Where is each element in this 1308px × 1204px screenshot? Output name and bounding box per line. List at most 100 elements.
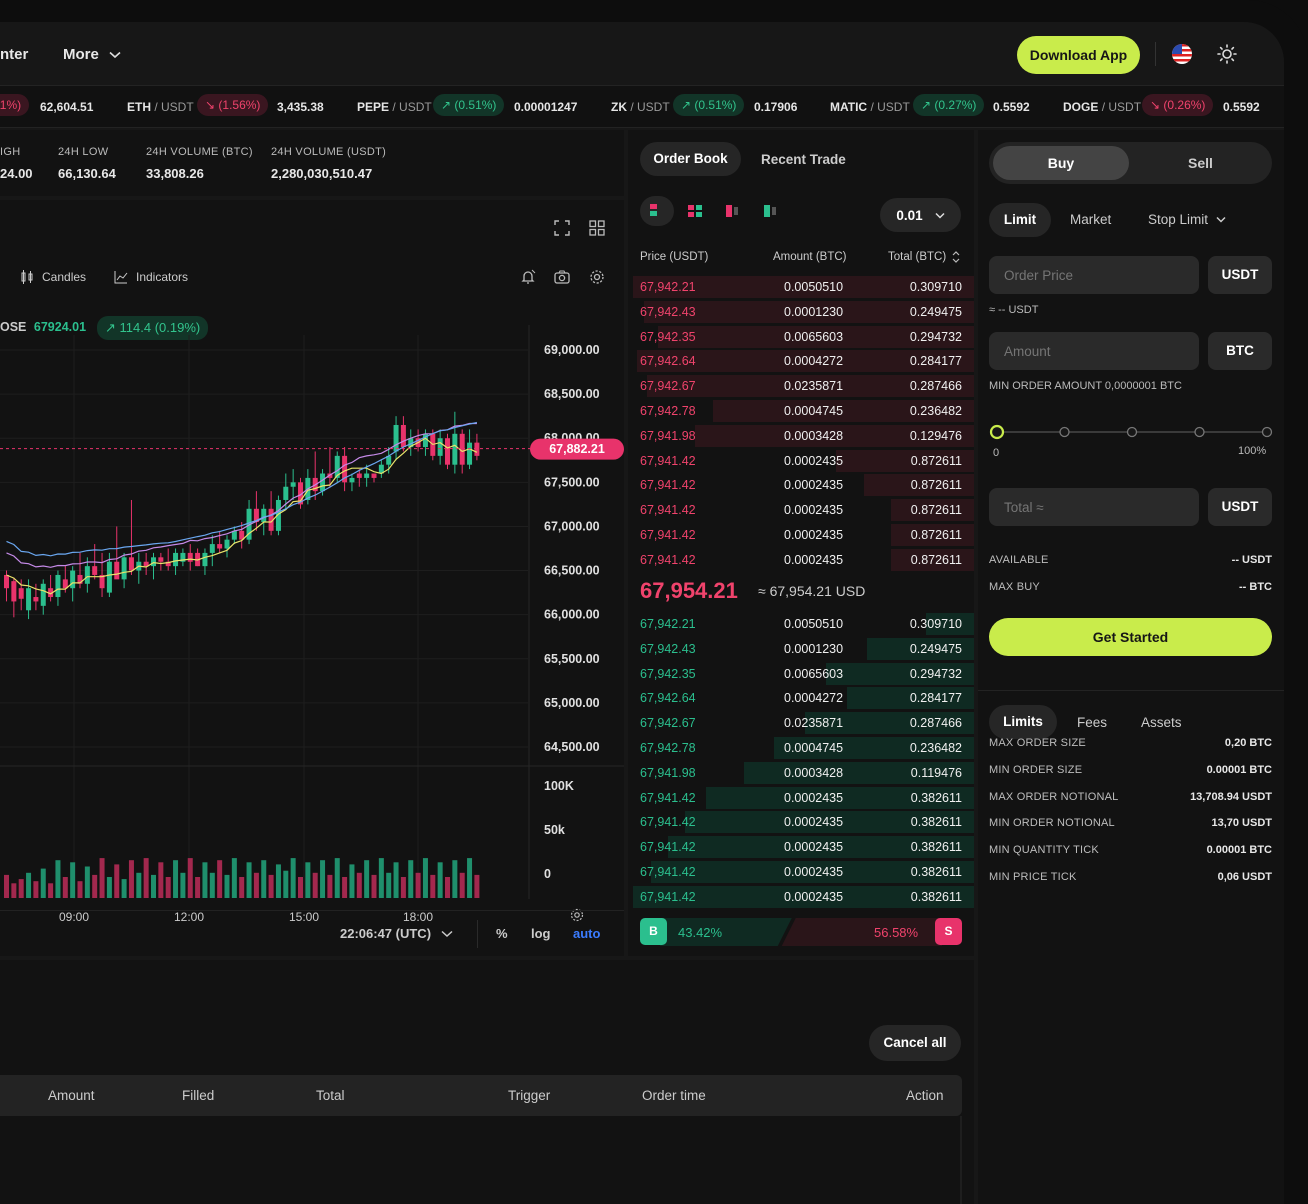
- orderbook-split-icon[interactable]: [686, 202, 706, 222]
- sell-tab[interactable]: Sell: [1133, 146, 1268, 180]
- tab-recent-trade[interactable]: Recent Trade: [761, 152, 846, 167]
- total-input[interactable]: [989, 488, 1199, 526]
- amount-slider[interactable]: [986, 420, 1276, 444]
- bid-total: 0.284177: [909, 691, 962, 706]
- candle-body: [283, 486, 289, 500]
- ask-row[interactable]: 67,942.43 0.0001230 0.249475: [630, 300, 974, 324]
- amount-input[interactable]: [989, 332, 1199, 370]
- bid-row[interactable]: 67,942.64 0.0004272 0.284177: [630, 686, 974, 710]
- volume-bar: [452, 860, 458, 898]
- download-app-button[interactable]: Download App: [1017, 36, 1140, 74]
- chevron-down-icon: [935, 212, 945, 219]
- bid-row[interactable]: 67,942.67 0.0235871 0.287466: [630, 711, 974, 735]
- order-type-market[interactable]: Market: [1070, 212, 1111, 227]
- cancel-all-button[interactable]: Cancel all: [869, 1025, 961, 1061]
- candle-body: [18, 588, 24, 599]
- ask-row[interactable]: 67,941.42 0.0002435 0.872611: [630, 548, 974, 572]
- ask-total: 0.294732: [909, 329, 962, 344]
- ask-row[interactable]: 67,941.42 0.0002435 0.872611: [630, 523, 974, 547]
- amount-unit[interactable]: BTC: [1208, 332, 1272, 370]
- tab-order-book[interactable]: Order Book: [640, 142, 741, 176]
- volume-bar: [261, 860, 267, 898]
- ask-row[interactable]: 67,942.78 0.0004745 0.236482: [630, 399, 974, 423]
- bid-price: 67,942.78: [640, 741, 696, 755]
- sun-theme-icon[interactable]: [1217, 44, 1237, 64]
- orderbook-asks-icon[interactable]: [724, 202, 744, 222]
- market-stats: IGH 24.00 24H LOW 66,130.64 24H VOLUME (…: [0, 130, 624, 196]
- log-scale-toggle[interactable]: log: [531, 926, 551, 941]
- bid-row[interactable]: 67,942.21 0.0050510 0.309710: [630, 612, 974, 636]
- candle-body: [151, 557, 156, 567]
- bid-total: 0.294732: [909, 666, 962, 681]
- ask-row[interactable]: 67,942.64 0.0004272 0.284177: [630, 349, 974, 373]
- bid-row[interactable]: 67,942.35 0.0065603 0.294732: [630, 662, 974, 686]
- ask-row[interactable]: 67,942.35 0.0065603 0.294732: [630, 325, 974, 349]
- bid-row[interactable]: 67,941.42 0.0002435 0.382611: [630, 810, 974, 834]
- ask-row[interactable]: 67,941.42 0.0002435 0.872611: [630, 473, 974, 497]
- orderbook-bids-icon[interactable]: [762, 202, 782, 222]
- ticker-pair[interactable]: PEPE / USDT: [357, 100, 432, 114]
- order-type-stop-limit[interactable]: Stop Limit: [1148, 212, 1226, 227]
- ticker-pair[interactable]: MATIC / USDT: [830, 100, 910, 114]
- volume-bar: [92, 874, 98, 898]
- auto-scale-toggle[interactable]: auto: [573, 926, 600, 941]
- ask-row[interactable]: 67,941.42 0.0002435 0.872611: [630, 498, 974, 522]
- price-chart[interactable]: 69,000.0068,500.0068,000.0067,500.0067,0…: [0, 200, 626, 956]
- ticker-pair[interactable]: DOGE / USDT: [1063, 100, 1141, 114]
- ask-row[interactable]: 67,942.67 0.0235871 0.287466: [630, 374, 974, 398]
- candle-body: [121, 557, 127, 580]
- ask-row[interactable]: 67,941.42 0.0002435 0.872611: [630, 449, 974, 473]
- precision-select[interactable]: 0.01: [880, 198, 961, 232]
- volume-bar: [158, 862, 164, 898]
- ask-row[interactable]: 67,942.21 0.0050510 0.309710: [630, 275, 974, 299]
- bid-row[interactable]: 67,942.78 0.0004745 0.236482: [630, 736, 974, 760]
- order-price-unit[interactable]: USDT: [1208, 256, 1272, 294]
- ticker-pair-base: PEPE: [357, 100, 390, 114]
- axis-settings-gear-icon[interactable]: [570, 908, 584, 922]
- percent-scale-toggle[interactable]: %: [496, 926, 508, 941]
- stat-label: 24H LOW: [58, 146, 109, 158]
- bid-row[interactable]: 67,942.43 0.0001230 0.249475: [630, 637, 974, 661]
- time-axis-tick: 09:00: [59, 910, 89, 924]
- bid-row[interactable]: 67,941.42 0.0002435 0.382611: [630, 860, 974, 884]
- ticker-pair[interactable]: ETH / USDT: [127, 100, 194, 114]
- ticker-price: 0.5592: [993, 100, 1030, 114]
- limit-value: 0.00001 BTC: [1206, 844, 1272, 857]
- nav-more-menu[interactable]: More: [63, 46, 121, 63]
- get-started-button[interactable]: Get Started: [989, 618, 1272, 656]
- buy-tab[interactable]: Buy: [993, 146, 1129, 180]
- order-price-input[interactable]: [989, 256, 1199, 294]
- tab-limits[interactable]: Limits: [989, 705, 1057, 739]
- order-type-limit[interactable]: Limit: [989, 203, 1051, 237]
- us-flag-icon[interactable]: [1172, 44, 1192, 64]
- candle-body: [209, 544, 215, 553]
- volume-bar: [84, 866, 90, 898]
- bid-row[interactable]: 67,941.42 0.0002435 0.382611: [630, 885, 974, 909]
- ask-price: 67,941.42: [640, 528, 696, 542]
- ask-row[interactable]: 67,941.98 0.0003428 0.129476: [630, 424, 974, 448]
- ask-price: 67,941.42: [640, 453, 696, 468]
- ask-total: 0.872611: [910, 503, 962, 518]
- precision-value: 0.01: [896, 207, 923, 223]
- stat-value: 33,808.26: [146, 166, 204, 181]
- total-unit[interactable]: USDT: [1208, 488, 1272, 526]
- ob-header-total[interactable]: Total (BTC): [888, 251, 960, 263]
- bid-row[interactable]: 67,941.42 0.0002435 0.382611: [630, 786, 974, 810]
- nav-item-center[interactable]: nter: [0, 46, 28, 63]
- ticker-price: 0.5592: [1223, 100, 1260, 114]
- limit-value: 0.00001 BTC: [1206, 763, 1272, 776]
- candle-body: [128, 557, 134, 571]
- ask-total: 0.236482: [909, 404, 962, 418]
- ticker-pair-quote: / USDT: [630, 100, 670, 114]
- tab-assets[interactable]: Assets: [1141, 715, 1182, 730]
- buy-ratio-value: 43.42%: [678, 925, 723, 940]
- ticker-pair[interactable]: ZK / USDT: [611, 100, 670, 114]
- timezone-select[interactable]: 22:06:47 (UTC): [340, 926, 453, 941]
- volume-bar: [393, 862, 399, 898]
- ticker-pair-quote: / USDT: [154, 100, 194, 114]
- tab-fees[interactable]: Fees: [1077, 715, 1107, 730]
- view-both-button[interactable]: [640, 196, 674, 226]
- slider-step-marker: [1261, 426, 1273, 438]
- bid-row[interactable]: 67,941.42 0.0002435 0.382611: [630, 835, 974, 859]
- bid-row[interactable]: 67,941.98 0.0003428 0.119476: [630, 761, 974, 785]
